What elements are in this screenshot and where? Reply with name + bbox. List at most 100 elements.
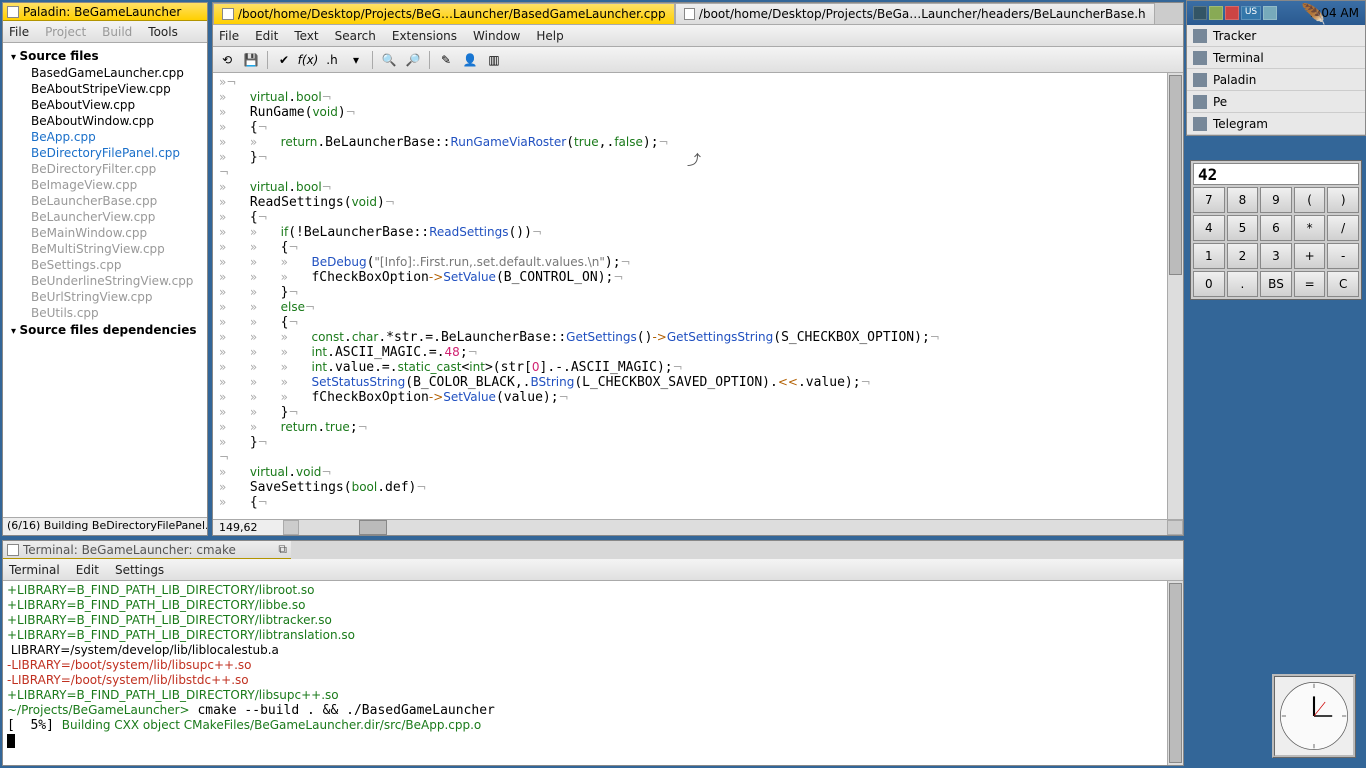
clock-replicant[interactable] xyxy=(1272,674,1356,758)
menu-settings[interactable]: Settings xyxy=(115,563,164,577)
file-item[interactable]: BeDirectoryFilter.cpp xyxy=(3,161,207,177)
file-tree[interactable]: Source files BasedGameLauncher.cppBeAbou… xyxy=(3,43,207,517)
deskbar-app[interactable]: Pe xyxy=(1187,91,1365,113)
deskbar-tray[interactable]: US 9:04 AM xyxy=(1187,1,1365,25)
file-item[interactable]: BeUtils.cpp xyxy=(3,305,207,321)
calculator: 42 789() 456*/ 123+- 0.BS=C xyxy=(1190,160,1362,300)
menu-build[interactable]: Build xyxy=(102,25,132,39)
deskbar-app[interactable]: Telegram xyxy=(1187,113,1365,135)
tree-section-deps[interactable]: Source files dependencies xyxy=(3,321,207,339)
file-item[interactable]: BeAboutStripeView.cpp xyxy=(3,81,207,97)
file-item[interactable]: BeAboutView.cpp xyxy=(3,97,207,113)
file-item[interactable]: BeUnderlineStringView.cpp xyxy=(3,273,207,289)
file-item[interactable]: BeDirectoryFilePanel.cpp xyxy=(3,145,207,161)
scroll-right-icon[interactable] xyxy=(1167,520,1183,535)
calc-key-6[interactable]: 6 xyxy=(1260,215,1292,241)
columns-icon[interactable]: ▥ xyxy=(484,50,504,70)
deskbar-app[interactable]: Terminal xyxy=(1187,47,1365,69)
scroll-left-icon[interactable] xyxy=(283,520,299,535)
file-item[interactable]: BeImageView.cpp xyxy=(3,177,207,193)
menu-project[interactable]: Project xyxy=(45,25,86,39)
find-icon[interactable]: 🔍 xyxy=(379,50,399,70)
calc-key-C[interactable]: C xyxy=(1327,271,1359,297)
tray-icon[interactable] xyxy=(1225,6,1239,20)
calc-key-BS[interactable]: BS xyxy=(1260,271,1292,297)
tray-keyboard-icon[interactable]: US xyxy=(1241,6,1261,20)
menu-edit[interactable]: Edit xyxy=(255,29,278,43)
menu-help[interactable]: Help xyxy=(536,29,563,43)
terminal-titlebar[interactable]: Terminal: BeGameLauncher: cmake ⧉ xyxy=(3,541,291,559)
leaf-menu-icon[interactable]: 🪶 xyxy=(1301,2,1326,26)
terminal-output[interactable]: +LIBRARY=B_FIND_PATH_LIB_DIRECTORY/libro… xyxy=(3,581,1183,765)
calc-key-1[interactable]: 1 xyxy=(1193,243,1225,269)
menu-tools[interactable]: Tools xyxy=(148,25,178,39)
file-item[interactable]: BeSettings.cpp xyxy=(3,257,207,273)
file-item[interactable]: BeApp.cpp xyxy=(3,129,207,145)
menu-terminal[interactable]: Terminal xyxy=(9,563,60,577)
menu-edit[interactable]: Edit xyxy=(76,563,99,577)
file-item[interactable]: BeAboutWindow.cpp xyxy=(3,113,207,129)
document-icon xyxy=(222,8,234,20)
calc-key-8[interactable]: 8 xyxy=(1227,187,1259,213)
function-icon[interactable]: f(x) xyxy=(298,50,318,70)
close-icon[interactable] xyxy=(7,6,19,18)
calc-key-*[interactable]: * xyxy=(1294,215,1326,241)
calc-key-+[interactable]: + xyxy=(1294,243,1326,269)
menu-window[interactable]: Window xyxy=(473,29,520,43)
calc-display[interactable]: 42 xyxy=(1193,163,1359,185)
app-label: Telegram xyxy=(1213,117,1268,131)
calc-key-([interactable]: ( xyxy=(1294,187,1326,213)
file-item[interactable]: BeUrlStringView.cpp xyxy=(3,289,207,305)
calc-key-/[interactable]: / xyxy=(1327,215,1359,241)
calc-key-5[interactable]: 5 xyxy=(1227,215,1259,241)
deskbar-app[interactable]: Tracker xyxy=(1187,25,1365,47)
tray-icon[interactable] xyxy=(1209,6,1223,20)
menu-file[interactable]: File xyxy=(219,29,239,43)
file-item[interactable]: BeMultiStringView.cpp xyxy=(3,241,207,257)
calc-key-7[interactable]: 7 xyxy=(1193,187,1225,213)
editor-tab[interactable]: /boot/home/Desktop/Projects/BeG…Launcher… xyxy=(213,3,675,24)
tree-section-source[interactable]: Source files xyxy=(3,47,207,65)
user-icon[interactable]: 👤 xyxy=(460,50,480,70)
file-item[interactable]: BeLauncherBase.cpp xyxy=(3,193,207,209)
menu-text[interactable]: Text xyxy=(294,29,318,43)
terminal-menubar: Terminal Edit Settings xyxy=(3,559,1183,581)
editor-tab[interactable]: /boot/home/Desktop/Projects/BeGa…Launche… xyxy=(675,3,1155,24)
calc-key-9[interactable]: 9 xyxy=(1260,187,1292,213)
find-next-icon[interactable]: 🔎 xyxy=(403,50,423,70)
terminal-window: Terminal: BeGameLauncher: cmake ⧉ Termin… xyxy=(2,540,1184,766)
vscrollbar[interactable] xyxy=(1167,73,1183,519)
close-icon[interactable] xyxy=(7,544,19,556)
code-area[interactable]: »¬ » virtual.bool¬ » RunGame(void)¬ » {¬… xyxy=(213,73,1183,519)
file-item[interactable]: BeLauncherView.cpp xyxy=(3,209,207,225)
menu-file[interactable]: File xyxy=(9,25,29,39)
app-label: Terminal xyxy=(1213,51,1264,65)
tray-icon[interactable] xyxy=(1193,6,1207,20)
document-icon xyxy=(684,8,695,20)
vscrollbar[interactable] xyxy=(1167,581,1183,765)
calc-key-.[interactable]: . xyxy=(1227,271,1259,297)
menu-search[interactable]: Search xyxy=(335,29,376,43)
menu-extensions[interactable]: Extensions xyxy=(392,29,457,43)
header-icon[interactable]: .h xyxy=(322,50,342,70)
file-item[interactable]: BasedGameLauncher.cpp xyxy=(3,65,207,81)
save-icon[interactable]: 💾 xyxy=(241,50,261,70)
edit-icon[interactable]: ✎ xyxy=(436,50,456,70)
terminal-title: Terminal: BeGameLauncher: cmake xyxy=(23,543,236,557)
calc-key-0[interactable]: 0 xyxy=(1193,271,1225,297)
calc-key-2[interactable]: 2 xyxy=(1227,243,1259,269)
expand-icon[interactable]: ⧉ xyxy=(278,542,287,557)
calc-key-3[interactable]: 3 xyxy=(1260,243,1292,269)
check-icon[interactable]: ✔ xyxy=(274,50,294,70)
calc-key--[interactable]: - xyxy=(1327,243,1359,269)
hscrollbar[interactable] xyxy=(283,519,1183,535)
back-icon[interactable]: ⟲ xyxy=(217,50,237,70)
calc-key-)[interactable]: ) xyxy=(1327,187,1359,213)
paladin-titlebar[interactable]: Paladin: BeGameLauncher xyxy=(3,3,207,21)
calc-key-4[interactable]: 4 xyxy=(1193,215,1225,241)
tray-icon[interactable] xyxy=(1263,6,1277,20)
dropdown-icon[interactable]: ▾ xyxy=(346,50,366,70)
file-item[interactable]: BeMainWindow.cpp xyxy=(3,225,207,241)
calc-key-=[interactable]: = xyxy=(1294,271,1326,297)
deskbar-app[interactable]: Paladin xyxy=(1187,69,1365,91)
